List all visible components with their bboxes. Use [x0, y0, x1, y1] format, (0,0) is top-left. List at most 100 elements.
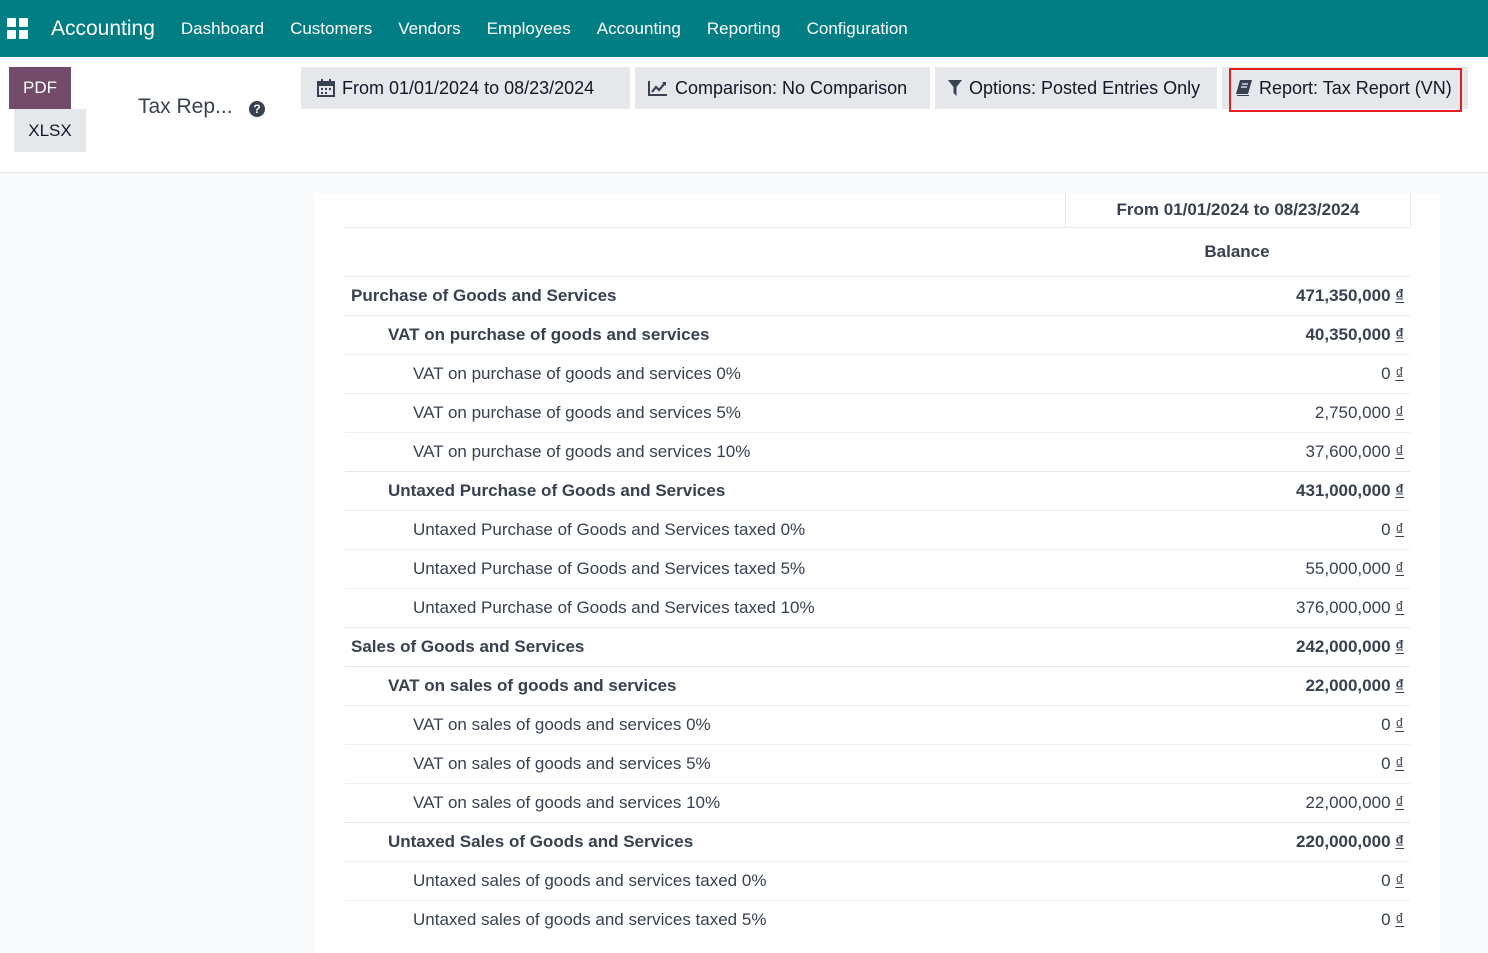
currency-symbol: ₫ [1395, 871, 1404, 890]
report-line-name: VAT on purchase of goods and services 10… [413, 442, 751, 461]
report-line[interactable]: VAT on purchase of goods and services 10… [345, 432, 1410, 471]
currency-symbol: ₫ [1395, 754, 1404, 773]
amount-value: 220,000,000 [1295, 832, 1391, 851]
amount-value: 431,000,000 [1295, 481, 1391, 500]
report-line-amount[interactable]: 0 ₫ [1381, 520, 1404, 540]
amount-value: 471,350,000 [1295, 286, 1391, 305]
comparison-filter-button[interactable]: Comparison: No Comparison [635, 67, 930, 109]
report-line-amount[interactable]: 22,000,000 ₫ [1305, 793, 1404, 813]
menu-item-reporting[interactable]: Reporting [707, 19, 781, 39]
report-line[interactable]: VAT on purchase of goods and services 40,… [345, 315, 1410, 354]
menu-item-configuration[interactable]: Configuration [807, 19, 908, 39]
report-line-name: VAT on purchase of goods and services 0% [413, 364, 741, 383]
currency-symbol: ₫ [1395, 403, 1404, 422]
amount-value: 40,350,000 [1305, 325, 1391, 344]
page-title: Tax Rep... [138, 95, 233, 118]
menu-item-accounting[interactable]: Accounting [597, 19, 681, 39]
options-filter-label: Options: Posted Entries Only [969, 77, 1201, 98]
app-brand[interactable]: Accounting [51, 17, 155, 41]
report-line-name: VAT on purchase of goods and services 5% [413, 403, 741, 422]
control-panel: PDF XLSX Tax Rep... ? From 01/01/2024 to… [0, 57, 1488, 173]
report-line[interactable]: Untaxed Purchase of Goods and Services 43… [345, 471, 1410, 510]
balance-column-header: Balance [1204, 241, 1270, 261]
amount-value: 0 [1381, 364, 1391, 383]
period-column-header: From 01/01/2024 to 08/23/2024 [1065, 193, 1411, 227]
report-line-amount[interactable]: 0 ₫ [1381, 715, 1404, 735]
amount-value: 55,000,000 [1305, 559, 1391, 578]
report-line[interactable]: Untaxed sales of goods and services taxe… [345, 900, 1410, 939]
currency-symbol: ₫ [1395, 442, 1404, 461]
apps-menu-icon[interactable] [7, 17, 29, 40]
report-line-name: VAT on sales of goods and services 5% [413, 754, 711, 773]
report-line-name: Untaxed Sales of Goods and Services [388, 832, 694, 851]
menu-item-customers[interactable]: Customers [290, 19, 372, 39]
report-line-amount[interactable]: 55,000,000 ₫ [1305, 559, 1404, 579]
report-line[interactable]: Untaxed Sales of Goods and Services 220,0… [345, 822, 1410, 861]
report-line[interactable]: VAT on purchase of goods and services 5%… [345, 393, 1410, 432]
report-line-amount[interactable]: 471,350,000 ₫ [1296, 286, 1404, 306]
calendar-icon [317, 79, 335, 97]
report-line-name: Sales of Goods and Services [351, 637, 585, 656]
amount-value: 22,000,000 [1305, 676, 1391, 695]
currency-symbol: ₫ [1395, 481, 1404, 500]
report-line-amount[interactable]: 0 ₫ [1381, 364, 1404, 384]
menu-item-employees[interactable]: Employees [487, 19, 571, 39]
date-filter-button[interactable]: From 01/01/2024 to 08/23/2024 [301, 67, 630, 109]
report-selector-button[interactable]: Report: Tax Report (VN) [1222, 67, 1468, 109]
xlsx-button[interactable]: XLSX [14, 109, 86, 152]
report-line-amount[interactable]: 2,750,000 ₫ [1315, 403, 1404, 423]
amount-value: 0 [1381, 715, 1391, 734]
book-icon [1236, 80, 1252, 96]
currency-symbol: ₫ [1395, 598, 1404, 617]
amount-value: 2,750,000 [1314, 403, 1391, 422]
report-line-amount[interactable]: 40,350,000 ₫ [1305, 325, 1404, 345]
report-line-amount[interactable]: 0 ₫ [1381, 910, 1404, 930]
amount-value: 242,000,000 [1295, 637, 1391, 656]
report-line-amount[interactable]: 242,000,000 ₫ [1296, 637, 1404, 657]
currency-symbol: ₫ [1395, 637, 1404, 656]
currency-symbol: ₫ [1395, 910, 1404, 929]
report-line-amount[interactable]: 376,000,000 ₫ [1296, 598, 1404, 618]
report-line[interactable]: Untaxed Purchase of Goods and Services t… [345, 588, 1410, 627]
currency-symbol: ₫ [1395, 520, 1404, 539]
filter-icon [948, 80, 962, 96]
report-line[interactable]: Purchase of Goods and Services 471,350,00… [345, 276, 1410, 315]
comparison-filter-label: Comparison: No Comparison [675, 77, 908, 98]
report-line[interactable]: VAT on purchase of goods and services 0%… [345, 354, 1410, 393]
report-line[interactable]: VAT on sales of goods and services 22,000… [345, 666, 1410, 705]
report-line-name: VAT on purchase of goods and services [388, 325, 710, 344]
report-line-amount[interactable]: 0 ₫ [1381, 871, 1404, 891]
report-line-amount[interactable]: 0 ₫ [1381, 754, 1404, 774]
report-rows: Purchase of Goods and Services 471,350,00… [345, 276, 1410, 939]
report-line[interactable]: Sales of Goods and Services 242,000,000 ₫ [345, 627, 1410, 666]
currency-symbol: ₫ [1395, 793, 1404, 812]
currency-symbol: ₫ [1395, 676, 1404, 695]
amount-value: 376,000,000 [1295, 598, 1391, 617]
report-line-amount[interactable]: 431,000,000 ₫ [1296, 481, 1404, 501]
report-line[interactable]: VAT on sales of goods and services 0% 0 ₫ [345, 705, 1410, 744]
amount-value: 0 [1381, 754, 1391, 773]
options-filter-button[interactable]: Options: Posted Entries Only [935, 67, 1217, 109]
report-line-name: Purchase of Goods and Services [351, 286, 617, 305]
report-line[interactable]: Untaxed sales of goods and services taxe… [345, 861, 1410, 900]
top-navbar: Accounting Dashboard Customers Vendors E… [0, 0, 1488, 57]
currency-symbol: ₫ [1395, 832, 1404, 851]
amount-value: 0 [1381, 520, 1391, 539]
report-line[interactable]: Untaxed Purchase of Goods and Services t… [345, 510, 1410, 549]
report-line-amount[interactable]: 220,000,000 ₫ [1296, 832, 1404, 852]
report-line-amount[interactable]: 22,000,000 ₫ [1305, 676, 1404, 696]
menu-item-dashboard[interactable]: Dashboard [181, 19, 264, 39]
report-line-amount[interactable]: 37,600,000 ₫ [1305, 442, 1404, 462]
help-icon[interactable]: ? [249, 101, 265, 117]
report-line[interactable]: VAT on sales of goods and services 10% 22… [345, 783, 1410, 822]
report-line[interactable]: VAT on sales of goods and services 5% 0 ₫ [345, 744, 1410, 783]
report-line-name: Untaxed Purchase of Goods and Services t… [413, 559, 806, 578]
amount-value: 0 [1381, 910, 1391, 929]
pdf-button[interactable]: PDF [9, 67, 71, 109]
amount-value: 22,000,000 [1305, 793, 1391, 812]
report-line[interactable]: Untaxed Purchase of Goods and Services t… [345, 549, 1410, 588]
currency-symbol: ₫ [1395, 286, 1404, 305]
report-line-name: Untaxed Purchase of Goods and Services t… [413, 598, 815, 617]
amount-value: 0 [1381, 871, 1391, 890]
menu-item-vendors[interactable]: Vendors [398, 19, 460, 39]
